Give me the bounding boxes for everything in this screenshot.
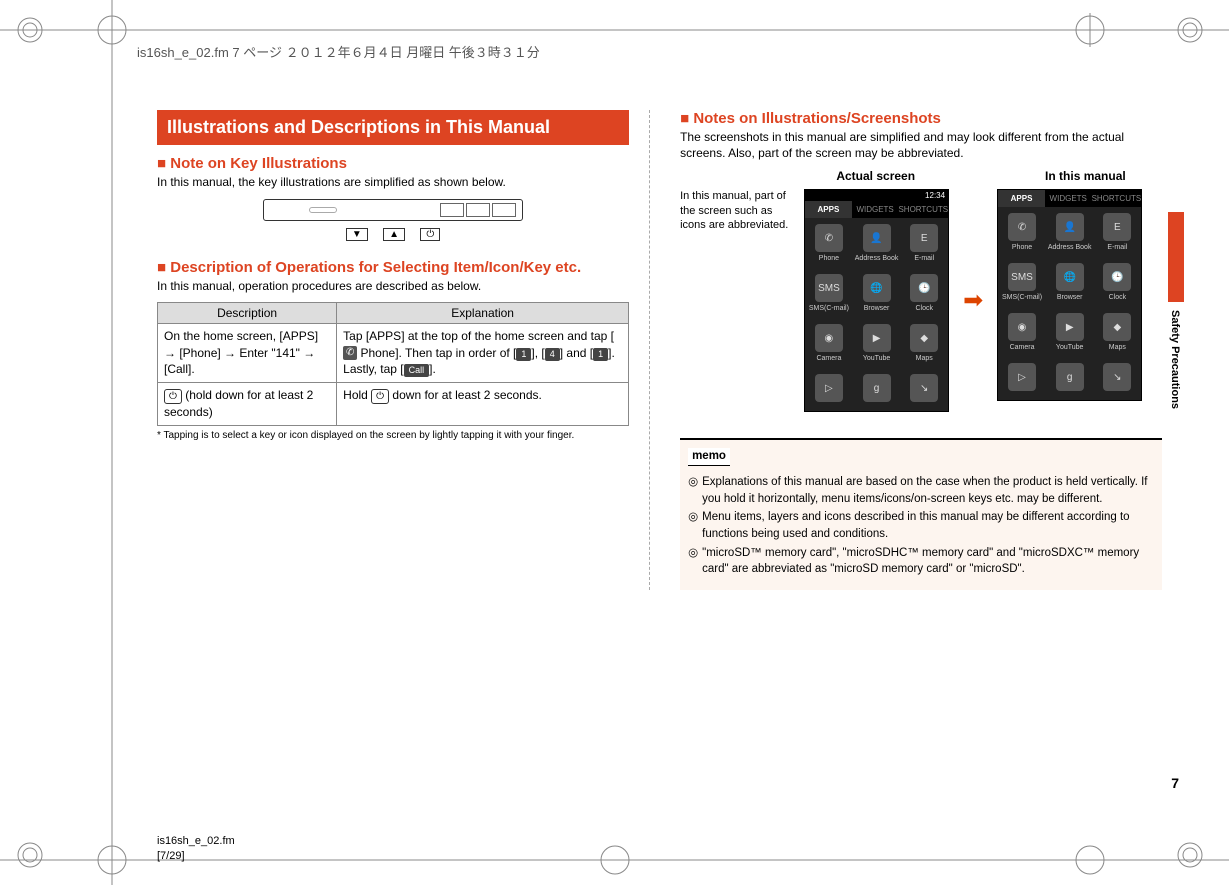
footnote: * Tapping is to select a key or icon dis… bbox=[157, 430, 629, 441]
phone-icon: ✆ bbox=[1008, 213, 1036, 241]
email-icon: E bbox=[1103, 213, 1131, 241]
table-cell: Hold ⏻ down for at least 2 seconds. bbox=[337, 383, 629, 426]
power-key-icon: ⏻ bbox=[371, 389, 389, 404]
camera-icon: ◉ bbox=[1008, 313, 1036, 341]
screenshot-note: In this manual, part of the screen such … bbox=[680, 189, 790, 232]
table-cell: On the home screen, [APPS] → [Phone] → E… bbox=[158, 323, 337, 382]
table-cell: Tap [APPS] at the top of the home screen… bbox=[337, 323, 629, 382]
arrow-right-icon: ➡ bbox=[963, 286, 983, 315]
section-title: Illustrations and Descriptions in This M… bbox=[157, 110, 629, 145]
tab-shortcuts: SHORTCUTS bbox=[1092, 190, 1142, 207]
body-text: In this manual, operation procedures are… bbox=[157, 278, 629, 294]
column-divider bbox=[649, 110, 650, 590]
memo-box: memo Explanations of this manual are bas… bbox=[680, 438, 1162, 590]
tab-shortcuts: SHORTCUTS bbox=[898, 201, 948, 218]
footer-meta: is16sh_e_02.fm [7/29] bbox=[157, 834, 235, 863]
subhead-key-illustrations: Note on Key Illustrations bbox=[157, 155, 629, 172]
power-key-icon: ⏻ bbox=[164, 389, 182, 404]
table-header: Explanation bbox=[337, 302, 629, 323]
app-icon: ▷ bbox=[815, 374, 843, 402]
contacts-icon: 👤 bbox=[863, 224, 891, 252]
section-tab-label: Safety Precautions bbox=[1169, 310, 1181, 409]
subhead-screenshots: Notes on Illustrations/Screenshots bbox=[680, 110, 1162, 127]
memo-item: "microSD™ memory card", "microSDHC™ memo… bbox=[688, 545, 1154, 578]
operations-table: Description Explanation On the home scre… bbox=[157, 302, 629, 426]
body-text: The screenshots in this manual are simpl… bbox=[680, 129, 1162, 161]
sms-icon: SMS bbox=[1008, 263, 1036, 291]
youtube-icon: ▶ bbox=[863, 324, 891, 352]
camera-icon: ◉ bbox=[815, 324, 843, 352]
app-icon: ↘ bbox=[1103, 363, 1131, 391]
page-number: 7 bbox=[1171, 775, 1179, 791]
browser-icon: 🌐 bbox=[863, 274, 891, 302]
sms-icon: SMS bbox=[815, 274, 843, 302]
browser-icon: 🌐 bbox=[1056, 263, 1084, 291]
dialpad-key-1: 1 bbox=[516, 348, 531, 361]
clock-icon: 🕒 bbox=[1103, 263, 1131, 291]
app-icon: ▷ bbox=[1008, 363, 1036, 391]
phone-screenshot-manual: APPS WIDGETS SHORTCUTS ✆Phone 👤Address B… bbox=[997, 189, 1142, 401]
left-column: Illustrations and Descriptions in This M… bbox=[157, 110, 629, 590]
maps-icon: ◆ bbox=[910, 324, 938, 352]
memo-title: memo bbox=[688, 448, 730, 466]
screenshot-label-manual: In this manual bbox=[1045, 169, 1126, 183]
memo-item: Menu items, layers and icons described i… bbox=[688, 509, 1154, 542]
key-illustration: ▼ ▲ ⏻ bbox=[157, 199, 629, 241]
key-down-icon: ▼ bbox=[346, 228, 368, 241]
right-column: Notes on Illustrations/Screenshots The s… bbox=[680, 110, 1162, 590]
app-icon: ↘ bbox=[910, 374, 938, 402]
table-cell: ⏻ (hold down for at least 2 seconds) bbox=[158, 383, 337, 426]
tab-apps: APPS bbox=[805, 201, 852, 218]
key-power-icon: ⏻ bbox=[420, 228, 440, 241]
dialpad-key-4: 4 bbox=[545, 348, 560, 361]
maps-icon: ◆ bbox=[1103, 313, 1131, 341]
tab-apps: APPS bbox=[998, 190, 1045, 207]
phone-screenshot-actual: 12:34 APPS WIDGETS SHORTCUTS ✆Phone 👤Add… bbox=[804, 189, 949, 412]
key-up-icon: ▲ bbox=[383, 228, 405, 241]
clock-icon: 🕒 bbox=[910, 274, 938, 302]
email-icon: E bbox=[910, 224, 938, 252]
status-time: 12:34 bbox=[925, 191, 945, 200]
phone-icon: ✆ bbox=[815, 224, 843, 252]
contacts-icon: 👤 bbox=[1056, 213, 1084, 241]
screenshot-label-actual: Actual screen bbox=[836, 169, 915, 183]
subhead-operations: Description of Operations for Selecting … bbox=[157, 259, 629, 276]
body-text: In this manual, the key illustrations ar… bbox=[157, 174, 629, 190]
search-icon: g bbox=[1056, 363, 1084, 391]
call-button-icon: Call bbox=[404, 364, 430, 377]
phone-icon: ✆ bbox=[343, 346, 357, 360]
doc-header: is16sh_e_02.fm 7 ページ ２０１２年６月４日 月曜日 午後３時３… bbox=[137, 42, 540, 61]
table-header: Description bbox=[158, 302, 337, 323]
search-icon: g bbox=[863, 374, 891, 402]
tab-widgets: WIDGETS bbox=[1045, 190, 1092, 207]
tab-widgets: WIDGETS bbox=[852, 201, 899, 218]
section-tab bbox=[1168, 212, 1184, 302]
youtube-icon: ▶ bbox=[1056, 313, 1084, 341]
dialpad-key-1: 1 bbox=[593, 348, 608, 361]
memo-item: Explanations of this manual are based on… bbox=[688, 474, 1154, 507]
